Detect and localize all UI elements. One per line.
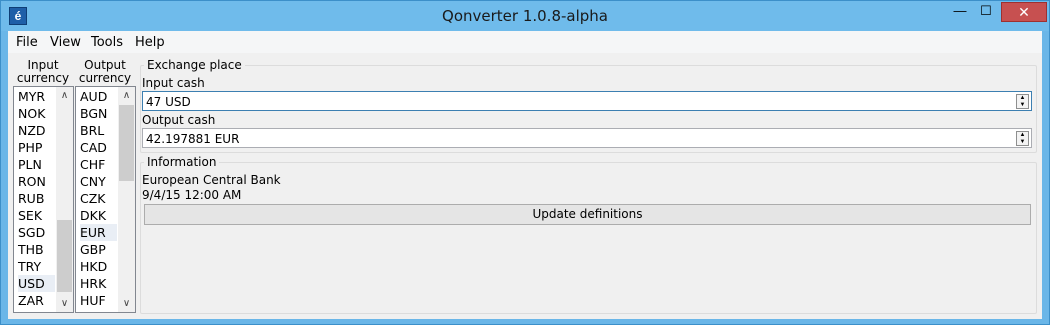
input-currency-header: Input currency: [11, 59, 75, 85]
menu-help[interactable]: Help: [135, 35, 165, 50]
input-cash-label: Input cash: [142, 76, 205, 90]
input-cash-stepper[interactable]: ▲ ▼: [1016, 94, 1029, 109]
scroll-down-icon[interactable]: ∨: [56, 295, 73, 312]
currency-item-eur[interactable]: EUR: [80, 224, 117, 241]
close-button[interactable]: ✕: [1001, 2, 1047, 22]
input-cash-value: 47 USD: [146, 95, 191, 109]
output-cash-stepper[interactable]: ▲ ▼: [1016, 131, 1029, 146]
currency-item-huf[interactable]: HUF: [80, 292, 117, 309]
currency-item-zar[interactable]: ZAR: [18, 292, 55, 309]
output-cash-label: Output cash: [142, 113, 216, 127]
spin-up-icon[interactable]: ▲: [1017, 132, 1028, 139]
currency-item-sek[interactable]: SEK: [18, 207, 55, 224]
app-window: é Qonverter 1.0.8-alpha — ☐ ✕ File View …: [0, 0, 1050, 325]
input-cash-field[interactable]: 47 USD ▲ ▼: [142, 91, 1032, 111]
currency-item-hkd[interactable]: HKD: [80, 258, 117, 275]
information-title: Information: [144, 155, 220, 169]
menu-tools[interactable]: Tools: [91, 35, 123, 50]
minimize-button[interactable]: —: [947, 2, 973, 22]
currency-item-thb[interactable]: THB: [18, 241, 55, 258]
window-title: Qonverter 1.0.8-alpha: [442, 7, 608, 25]
scroll-thumb[interactable]: [119, 105, 134, 181]
output-currency-header: Output currency: [73, 59, 137, 85]
currency-item-rub[interactable]: RUB: [18, 190, 55, 207]
currency-item-cny[interactable]: CNY: [80, 173, 117, 190]
currency-item-nzd[interactable]: NZD: [18, 122, 55, 139]
maximize-button[interactable]: ☐: [973, 2, 999, 22]
input-currency-list[interactable]: MYR NOK NZD PHP PLN RON RUB SEK SGD THB TRY USD ZAR …: [13, 86, 74, 313]
spin-up-icon[interactable]: ▲: [1017, 95, 1028, 102]
scroll-down-icon[interactable]: ∨: [118, 295, 135, 312]
scroll-up-icon[interactable]: ∧: [56, 87, 73, 104]
currency-item-try[interactable]: TRY: [18, 258, 55, 275]
menu-bar: File View Tools Help: [8, 31, 1042, 53]
currency-item-chf[interactable]: CHF: [80, 156, 117, 173]
rate-date: 9/4/15 12:00 AM: [142, 188, 242, 202]
currency-item-nok[interactable]: NOK: [18, 105, 55, 122]
update-definitions-button[interactable]: Update definitions: [144, 204, 1031, 225]
output-currency-header-line2: currency: [78, 71, 132, 85]
currency-item-aud[interactable]: AUD: [80, 88, 117, 105]
currency-item-hrk[interactable]: HRK: [80, 275, 117, 292]
currency-item-php[interactable]: PHP: [18, 139, 55, 156]
scroll-up-icon[interactable]: ∧: [118, 87, 135, 104]
menu-file[interactable]: File: [16, 35, 38, 50]
currency-item-bgn[interactable]: BGN: [80, 105, 117, 122]
exchange-place-title: Exchange place: [144, 58, 245, 72]
menu-view[interactable]: View: [50, 35, 81, 50]
currency-item-gbp[interactable]: GBP: [80, 241, 117, 258]
currency-item-pln[interactable]: PLN: [18, 156, 55, 173]
client-area: File View Tools Help Input currency MYR N…: [8, 31, 1042, 319]
currency-item-ron[interactable]: RON: [18, 173, 55, 190]
output-cash-value: 42.197881 EUR: [146, 132, 240, 146]
currency-item-myr[interactable]: MYR: [18, 88, 55, 105]
currency-item-czk[interactable]: CZK: [80, 190, 117, 207]
input-list-scrollbar[interactable]: ∧ ∨: [56, 87, 73, 312]
input-currency-header-line2: currency: [16, 71, 70, 85]
currency-item-usd[interactable]: USD: [18, 275, 55, 292]
scroll-thumb[interactable]: [57, 220, 72, 292]
spin-down-icon[interactable]: ▼: [1017, 139, 1028, 146]
currency-item-sgd[interactable]: SGD: [18, 224, 55, 241]
output-currency-list[interactable]: AUD BGN BRL CAD CHF CNY CZK DKK EUR GBP HKD HRK HUF …: [75, 86, 136, 313]
title-bar[interactable]: é Qonverter 1.0.8-alpha — ☐ ✕: [1, 1, 1049, 31]
output-cash-field[interactable]: 42.197881 EUR ▲ ▼: [142, 128, 1032, 148]
spin-down-icon[interactable]: ▼: [1017, 102, 1028, 109]
currency-item-brl[interactable]: BRL: [80, 122, 117, 139]
rate-source: European Central Bank: [142, 173, 281, 187]
output-list-scrollbar[interactable]: ∧ ∨: [118, 87, 135, 312]
currency-item-cad[interactable]: CAD: [80, 139, 117, 156]
currency-item-dkk[interactable]: DKK: [80, 207, 117, 224]
